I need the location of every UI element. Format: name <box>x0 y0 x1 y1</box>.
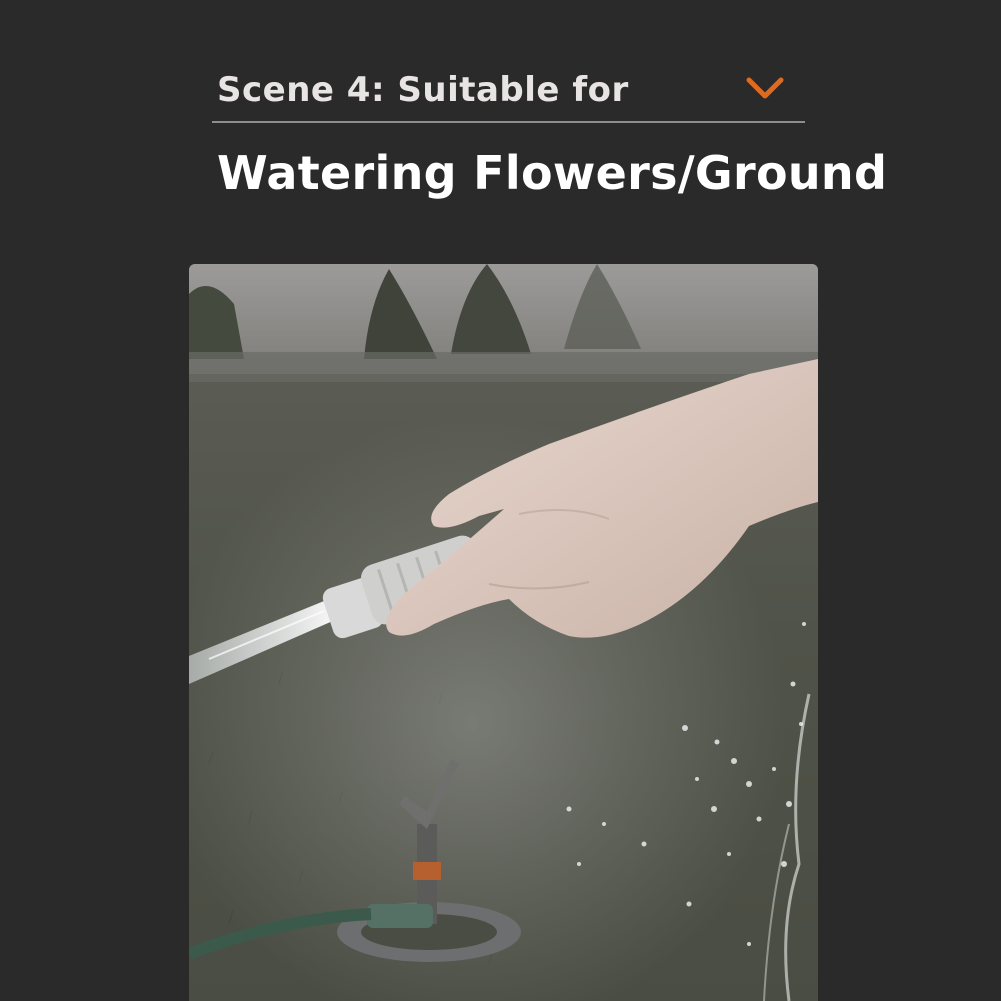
chevron-down-icon[interactable] <box>746 76 784 102</box>
scene-title: Watering Flowers/Ground <box>217 146 888 200</box>
scene-subtitle: Scene 4: Suitable for <box>217 70 629 110</box>
scene-photo <box>189 264 818 1001</box>
product-scene-panel: Scene 4: Suitable for Watering Flowers/G… <box>0 0 1001 1001</box>
divider <box>212 121 805 123</box>
